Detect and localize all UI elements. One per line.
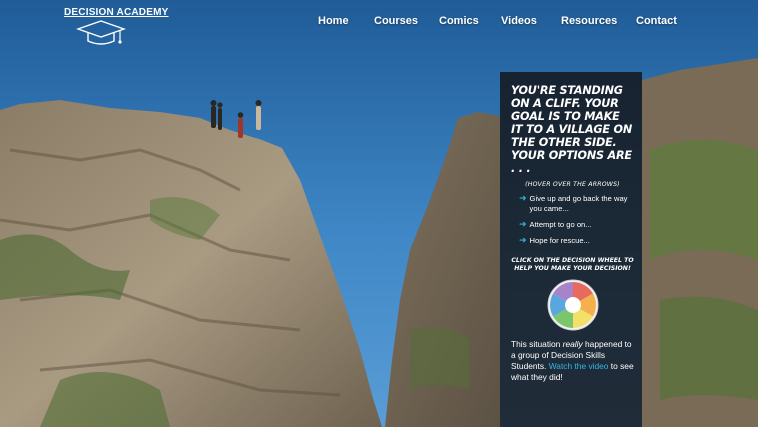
logo-text: DECISION ACADEMY — [64, 7, 169, 18]
option-label: Hope for rescue... — [529, 236, 590, 245]
nav-home[interactable]: Home — [318, 15, 349, 27]
scenario-headline: You're standing on a cliff. Your goal is… — [511, 84, 633, 175]
logo[interactable]: DECISION ACADEMY — [64, 5, 169, 49]
nav-videos[interactable]: Videos — [501, 15, 537, 27]
arrow-right-icon[interactable]: ➜ — [519, 220, 527, 229]
arrow-right-icon[interactable]: ➜ — [519, 194, 527, 203]
click-note: CLICK ON THE DECISION WHEEL TO HELP YOU … — [511, 257, 634, 272]
watch-video-link[interactable]: Watch the video — [549, 361, 609, 371]
nav-contact[interactable]: Contact — [636, 15, 677, 27]
hover-note: (HOVER OVER THE ARROWS) — [525, 181, 620, 188]
option-give-up[interactable]: ➜ Give up and go back the way you came..… — [519, 194, 634, 214]
hero-background — [0, 0, 758, 427]
story-part: This situation — [511, 339, 563, 349]
story-text: This situation really happened to a grou… — [511, 339, 634, 383]
graduation-cap-icon — [76, 20, 126, 45]
scenario-panel: You're standing on a cliff. Your goal is… — [500, 72, 642, 427]
option-label: Attempt to go on... — [529, 220, 592, 229]
decision-wheel-icon[interactable] — [547, 279, 599, 331]
story-emphasis: really — [562, 339, 583, 349]
nav-resources[interactable]: Resources — [561, 15, 617, 27]
option-label: Give up and go back the way you came... — [529, 194, 628, 213]
nav-comics[interactable]: Comics — [439, 15, 479, 27]
option-rescue[interactable]: ➜ Hope for rescue... — [519, 236, 634, 246]
nav-courses[interactable]: Courses — [374, 15, 418, 27]
option-attempt[interactable]: ➜ Attempt to go on... — [519, 220, 634, 230]
main-nav: Home Courses Comics Videos Resources Con… — [300, 15, 700, 33]
arrow-right-icon[interactable]: ➜ — [519, 236, 527, 245]
